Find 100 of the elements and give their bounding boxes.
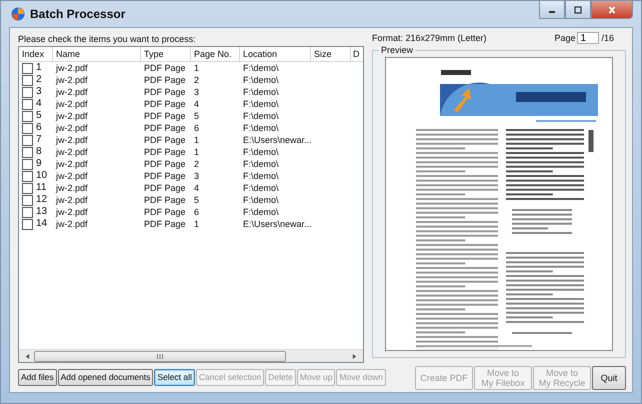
scroll-right-icon[interactable] (352, 352, 357, 360)
page-field[interactable]: 1 (577, 32, 600, 44)
page-total: /16 (601, 33, 614, 43)
close-button[interactable] (591, 1, 633, 19)
checkbox[interactable] (22, 158, 33, 170)
table-cell: 5 (36, 110, 42, 122)
table-cell: PDF Page (144, 158, 186, 170)
table-cell: jw-2.pdf (56, 194, 88, 206)
checkbox[interactable] (22, 194, 33, 206)
minimize-button[interactable] (539, 1, 565, 19)
table-cell: F:\demo\ (243, 110, 279, 122)
table-cell: 1 (194, 218, 200, 230)
checkbox[interactable] (22, 86, 33, 98)
checkbox[interactable] (22, 62, 33, 74)
checkbox[interactable] (22, 134, 33, 146)
window-title: Batch Processor (30, 7, 126, 21)
table-cell: PDF Page (144, 134, 186, 146)
table-cell: PDF Page (144, 218, 186, 230)
instruction-text: Please check the items you want to process: (18, 33, 197, 46)
table-cell: PDF Page (144, 62, 186, 74)
table-cell: 1 (194, 134, 200, 146)
action-button[interactable]: Quit (592, 366, 626, 390)
table-cell: jw-2.pdf (56, 170, 88, 182)
table-cell: F:\demo\ (243, 158, 279, 170)
checkbox[interactable] (22, 122, 33, 134)
checkbox[interactable] (22, 74, 33, 86)
table-cell: 5 (194, 194, 200, 206)
table-cell: 11 (36, 182, 46, 194)
table-cell: jw-2.pdf (56, 110, 88, 122)
table-cell: F:\demo\ (243, 182, 279, 194)
table-cell: jw-2.pdf (56, 158, 88, 170)
table-cell: 5 (194, 110, 200, 122)
table-cell: 2 (194, 74, 200, 86)
format-text: Format: 216x279mm (Letter) (372, 33, 487, 43)
checkbox[interactable] (22, 206, 33, 218)
table-cell: PDF Page (144, 194, 186, 206)
table-cell: jw-2.pdf (56, 98, 88, 110)
toolbar-button[interactable]: Add files (18, 369, 57, 386)
table-cell: F:\demo\ (243, 86, 279, 98)
checkbox[interactable] (22, 218, 33, 230)
table-cell: PDF Page (144, 182, 186, 194)
toolbar-button[interactable]: Select all (154, 369, 195, 386)
checkbox[interactable] (22, 110, 33, 122)
table-cell: 6 (36, 122, 42, 134)
table-cell: 3 (194, 86, 200, 98)
maximize-icon (573, 6, 583, 14)
table-cell: 14 (36, 218, 48, 230)
table-cell: jw-2.pdf (56, 86, 88, 98)
table-cell: 9 (36, 158, 42, 170)
table-cell: F:\demo\ (243, 194, 279, 206)
table-cell: PDF Page (144, 122, 186, 134)
table-cell: 4 (36, 98, 42, 110)
scrollbar-thumb[interactable] (34, 350, 286, 362)
table-cell: 7 (36, 134, 42, 146)
checkbox[interactable] (22, 98, 33, 110)
table-cell: PDF Page (144, 74, 186, 86)
table-cell: 2 (194, 158, 200, 170)
table-cell: jw-2.pdf (56, 182, 88, 194)
table-cell: 13 (36, 206, 48, 218)
table-cell: jw-2.pdf (56, 206, 88, 218)
column-header[interactable]: Location (240, 47, 311, 61)
checkbox[interactable] (22, 170, 33, 182)
table-cell: F:\demo\ (243, 206, 279, 218)
horizontal-scrollbar[interactable] (19, 349, 363, 362)
column-header[interactable]: D (351, 47, 363, 61)
maximize-button[interactable] (565, 1, 591, 19)
table-cell: 6 (194, 122, 200, 134)
column-header[interactable]: Type (141, 47, 191, 61)
table-cell: 3 (194, 170, 200, 182)
table-cell: PDF Page (144, 86, 186, 98)
app-icon (11, 7, 25, 21)
table-cell: PDF Page (144, 206, 186, 218)
close-icon (607, 6, 617, 14)
table-cell: jw-2.pdf (56, 122, 88, 134)
table-cell: 2 (36, 74, 42, 86)
table-cell: jw-2.pdf (56, 218, 88, 230)
table-cell: 12 (36, 194, 48, 206)
column-header[interactable]: Name (53, 47, 141, 61)
table-cell: PDF Page (144, 110, 186, 122)
table-cell: F:\demo\ (243, 98, 279, 110)
checkbox[interactable] (22, 146, 33, 158)
column-header[interactable]: Page No. (191, 47, 240, 61)
column-header[interactable]: Size (311, 47, 351, 61)
table-cell: 1 (194, 146, 200, 158)
table-cell: jw-2.pdf (56, 62, 88, 74)
table-cell: jw-2.pdf (56, 74, 88, 86)
table-cell: 3 (36, 86, 42, 98)
table-cell: 4 (194, 182, 200, 194)
scroll-left-icon[interactable] (25, 352, 30, 360)
table-cell: 1 (36, 62, 42, 74)
column-header[interactable]: Index (19, 47, 53, 61)
toolbar-button[interactable]: Add opened documents (58, 369, 154, 386)
table-cell: 4 (194, 98, 200, 110)
table-cell: PDF Page (144, 98, 186, 110)
table-cell: F:\demo\ (243, 122, 279, 134)
checkbox[interactable] (22, 182, 33, 194)
table-cell: E:\Users\newar... (243, 134, 312, 146)
table-cell: F:\demo\ (243, 170, 279, 182)
table-cell: F:\demo\ (243, 146, 279, 158)
table-cell: 6 (194, 206, 200, 218)
